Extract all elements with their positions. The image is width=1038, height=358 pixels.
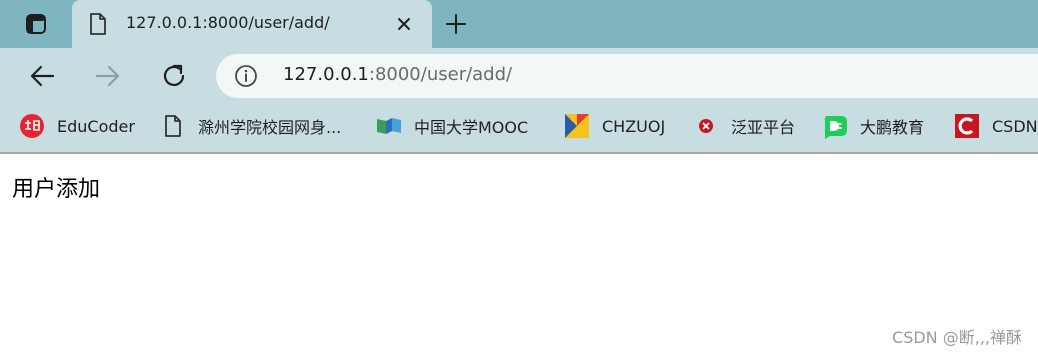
close-icon [398,18,410,30]
new-tab-button[interactable] [442,10,470,38]
site-info-button[interactable] [234,64,258,88]
toolbar: 127.0.0.1:8000/user/add/ [0,48,1038,104]
arrow-left-icon [30,65,55,87]
url-host: 127.0.0.1 [283,64,369,85]
bookmark-label: 大鹏教育 [860,118,925,137]
mooc-icon [376,113,402,139]
toutiao-icon [19,113,45,139]
info-icon [235,65,257,87]
page-content: 用户添加 CSDN @断,,,禅酥 [0,154,1038,358]
page-icon [88,12,108,36]
tab-actions-icon [26,14,46,34]
dapeng-icon [822,113,848,139]
bookmark-fanya[interactable]: 泛亚平台 [693,104,795,148]
bookmark-label: EduCoder [57,116,135,136]
close-tab-button[interactable] [392,12,416,36]
reload-icon [163,64,185,87]
bookmarks-bar: EduCoder 滁州学院校园网身... 中国大学MOOC CHZUOJ 泛亚平… [0,104,1038,152]
bookmark-csdn[interactable]: CSDN [954,104,1038,148]
address-bar[interactable]: 127.0.0.1:8000/user/add/ [216,54,1038,98]
tab-strip: 127.0.0.1:8000/user/add/ [0,0,1038,48]
bookmark-label: 滁州学院校园网身... [198,118,342,137]
arrow-right-icon [95,65,120,87]
bookmark-educoder[interactable]: EduCoder [19,104,135,148]
forward-button[interactable] [92,60,124,92]
chzuoj-icon [564,113,590,139]
bookmark-label: CHZUOJ [602,116,666,136]
bookmark-chuzhou-network[interactable]: 滁州学院校园网身... [160,104,341,148]
watermark: CSDN @断,,,禅酥 [892,328,1022,347]
csdn-icon [954,113,980,139]
bookmark-chzuoj[interactable]: CHZUOJ [564,104,665,148]
page-icon [160,113,186,139]
bookmark-mooc[interactable]: 中国大学MOOC [376,104,528,148]
fanya-icon [693,113,719,139]
tab-title: 127.0.0.1:8000/user/add/ [126,13,330,32]
url-text[interactable]: 127.0.0.1:8000/user/add/ [283,64,512,85]
bookmark-dapeng[interactable]: 大鹏教育 [822,104,924,148]
tab-actions-button[interactable] [8,8,64,40]
back-button[interactable] [26,60,58,92]
bookmark-label: 泛亚平台 [731,118,796,137]
reload-button[interactable] [158,60,190,92]
tab-active[interactable]: 127.0.0.1:8000/user/add/ [72,0,432,48]
plus-icon [446,14,466,34]
page-heading: 用户添加 [12,177,101,202]
bookmark-label: 中国大学MOOC [414,118,529,137]
bookmark-label: CSDN [992,116,1038,136]
url-path: :8000/user/add/ [368,64,513,85]
